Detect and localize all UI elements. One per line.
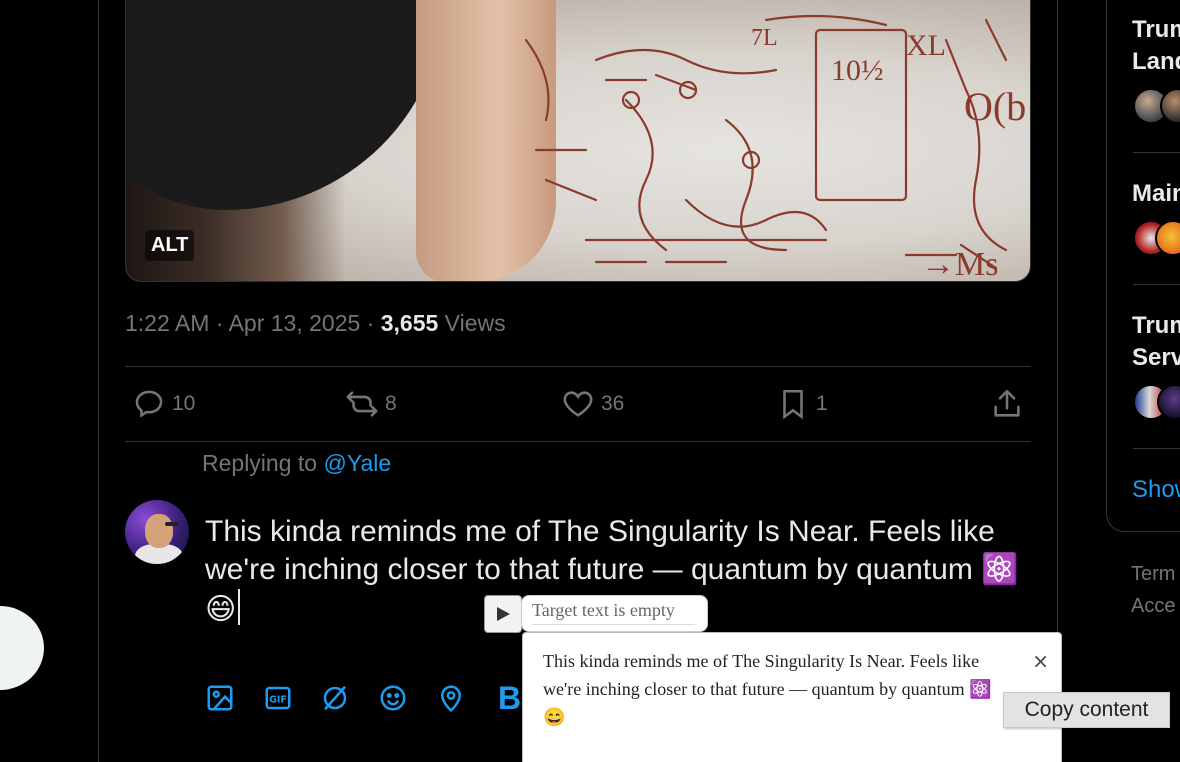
like-button[interactable]: 36 (561, 386, 624, 422)
image-icon (207, 685, 233, 711)
media-button[interactable] (205, 683, 235, 713)
meta-separator: · (360, 310, 381, 336)
tweet-time[interactable]: 1:22 AM (125, 310, 209, 336)
bold-button[interactable]: B (498, 680, 521, 717)
target-field-underline (532, 624, 695, 625)
views-count[interactable]: 3,655 (381, 310, 439, 336)
smiley-icon (380, 685, 406, 711)
replying-to-line: Replying to @Yale (202, 450, 391, 477)
timeline-left-border (98, 0, 99, 762)
trend-title[interactable]: Main (1132, 178, 1180, 210)
gif-icon: GIF (265, 686, 291, 710)
extension-target-field[interactable]: Target text is empty (521, 595, 708, 632)
trending-panel (1106, 0, 1180, 532)
copy-content-tooltip[interactable]: Copy content (1003, 692, 1170, 728)
text-caret (238, 589, 241, 625)
board-note-3: O(b (964, 84, 1026, 129)
grok-icon (323, 685, 347, 711)
bookmark-button[interactable]: 1 (776, 386, 828, 422)
avatar-headset (165, 522, 179, 526)
reply-button[interactable]: 10 (132, 386, 195, 422)
avatar-face (145, 514, 173, 548)
divider (1133, 152, 1180, 153)
alt-text-badge[interactable]: ALT (145, 230, 195, 261)
board-note-2: XL (906, 29, 946, 62)
target-empty-message: Target text is empty (532, 600, 675, 620)
divider (1133, 448, 1180, 449)
reply-count: 10 (172, 392, 196, 415)
whiteboard-scribbles: 10½ XL O(b →Ms 7L (524, 14, 1026, 282)
board-note-4: →Ms (921, 246, 998, 282)
board-note-5: 7L (751, 25, 778, 51)
views-label: Views (438, 310, 506, 336)
replying-handle-link[interactable]: @Yale (323, 450, 391, 476)
divider (125, 441, 1031, 442)
popup-content-text[interactable]: This kinda reminds me of The Singularity… (543, 651, 992, 727)
replying-prefix: Replying to (202, 450, 324, 476)
floating-action-button[interactable] (0, 606, 44, 690)
trend-title[interactable]: Trum Land (1132, 14, 1180, 78)
bookmark-count: 1 (816, 392, 828, 415)
share-button[interactable] (990, 386, 1024, 422)
like-count: 36 (601, 392, 625, 415)
show-more-link[interactable]: Show (1132, 476, 1180, 504)
avatar[interactable] (125, 500, 189, 564)
meta-separator: · (209, 310, 229, 336)
svg-text:GIF: GIF (269, 694, 287, 705)
tweet-timestamp-views: 1:22 AM · Apr 13, 2025 · 3,655 Views (125, 310, 506, 337)
tweet-media-image[interactable]: 10½ XL O(b →Ms 7L ALT (125, 0, 1031, 282)
retweet-button[interactable]: 8 (345, 386, 397, 422)
close-icon[interactable]: × (1032, 647, 1049, 675)
divider (1133, 284, 1180, 285)
retweet-count: 8 (385, 392, 397, 415)
location-pin-icon (440, 685, 462, 713)
grok-button[interactable] (320, 683, 350, 713)
emoji-button[interactable] (378, 683, 408, 713)
divider (125, 366, 1031, 367)
extension-play-button[interactable] (484, 595, 522, 633)
reply-icon (135, 390, 163, 418)
heart-icon (563, 391, 593, 417)
play-icon (497, 607, 510, 621)
footer-link-accessibility[interactable]: Acce (1131, 595, 1180, 618)
retweet-icon (346, 391, 378, 417)
tweet-date[interactable]: Apr 13, 2025 (229, 310, 361, 336)
extension-text-popup: This kinda reminds me of The Singularity… (522, 632, 1062, 762)
gif-button[interactable]: GIF (263, 683, 293, 713)
board-note-1: 10½ (831, 54, 884, 87)
bookmark-icon (783, 389, 803, 420)
share-icon (994, 389, 1020, 417)
location-button[interactable] (436, 683, 466, 713)
trend-title[interactable]: Trum Serv (1132, 310, 1180, 374)
footer-link-terms[interactable]: Term (1131, 563, 1180, 586)
